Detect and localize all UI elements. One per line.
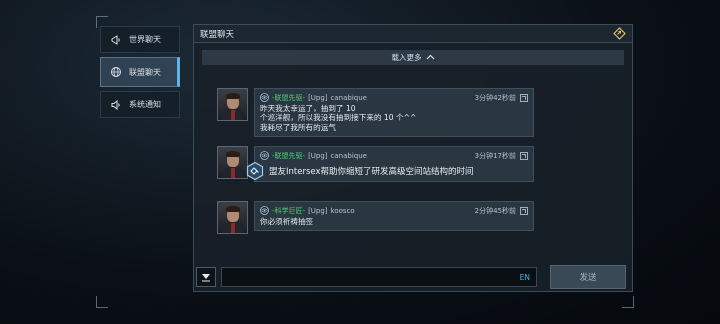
chat-input[interactable]: EN	[221, 267, 537, 287]
alliance-name: -联盟先驱-	[272, 93, 306, 102]
avatar[interactable]	[217, 88, 248, 121]
sidebar-item-label: 联盟聊天	[129, 67, 161, 77]
sidebar-item-alliance-chat[interactable]: 联盟聊天	[100, 57, 180, 87]
panel-header: 联盟聊天	[194, 25, 632, 43]
language-toggle[interactable]: EN	[520, 273, 530, 282]
message-time: 3分钟42秒前	[474, 93, 516, 102]
player-name[interactable]: canabique	[331, 94, 367, 102]
message-bubble: -科学巨匠- [Upg] koosco 2分钟45秒前 你必须祈祷抽签	[254, 201, 534, 232]
sidebar-item-world-chat[interactable]: 世界聊天	[100, 26, 180, 53]
alliance-help-notice: 盟友Intersex帮助你缩短了研发高级空间站结构的时间	[241, 159, 531, 183]
alliance-name: -科学巨匠-	[272, 206, 306, 215]
triangle-down-icon	[202, 274, 210, 282]
frame-corner	[96, 296, 108, 308]
sidebar-item-label: 世界聊天	[129, 35, 161, 44]
chat-message: -联盟先驱- [Upg] canabique 3分钟42秒前 昨天我太幸运了，抽…	[217, 88, 534, 138]
message-text: 昨天我太幸运了，抽到了 10 个巡洋舰，所以我没有抽到接下来的 10 个^^ 我…	[260, 104, 417, 132]
message-bubble: -联盟先驱- [Upg] canabique 3分钟42秒前 昨天我太幸运了，抽…	[254, 88, 534, 138]
load-more-label: 载入更多	[391, 53, 422, 62]
notice-text: 盟友Intersex帮助你缩短了研发高级空间站结构的时间	[269, 167, 474, 177]
chevron-up-icon	[426, 53, 435, 62]
channel-sidebar: 世界聊天 联盟聊天 系统通知	[100, 26, 180, 122]
alliance-help-icon	[246, 161, 264, 181]
megaphone-icon	[109, 33, 123, 47]
avatar[interactable]	[217, 201, 248, 234]
chat-panel: 联盟聊天 载入更多 -联盟先驱- [Upg] canabique 3分钟42秒前…	[193, 24, 633, 292]
chat-message: -科学巨匠- [Upg] koosco 2分钟45秒前 你必须祈祷抽签	[217, 201, 534, 237]
message-text: 你必须祈祷抽签	[260, 217, 314, 226]
message-time: 2分钟45秒前	[474, 206, 516, 215]
globe-icon	[109, 65, 123, 79]
pin-icon[interactable]	[612, 27, 626, 41]
share-icon[interactable]	[520, 93, 528, 102]
chat-input-bar: EN 发送	[196, 265, 632, 289]
load-more-button[interactable]: 载入更多	[202, 50, 624, 65]
frame-corner	[622, 296, 634, 308]
eye-icon	[260, 93, 269, 102]
expand-button[interactable]	[196, 267, 216, 287]
player-tag: [Upg]	[308, 206, 328, 215]
panel-title: 联盟聊天	[200, 29, 235, 40]
speaker-icon	[109, 98, 123, 112]
sidebar-item-label: 系统通知	[129, 100, 161, 109]
player-tag: [Upg]	[308, 93, 328, 102]
eye-icon	[260, 206, 269, 215]
player-name[interactable]: koosco	[331, 207, 355, 215]
share-icon[interactable]	[520, 206, 528, 215]
send-button[interactable]: 发送	[550, 265, 626, 289]
sidebar-item-system-notice[interactable]: 系统通知	[100, 91, 180, 118]
